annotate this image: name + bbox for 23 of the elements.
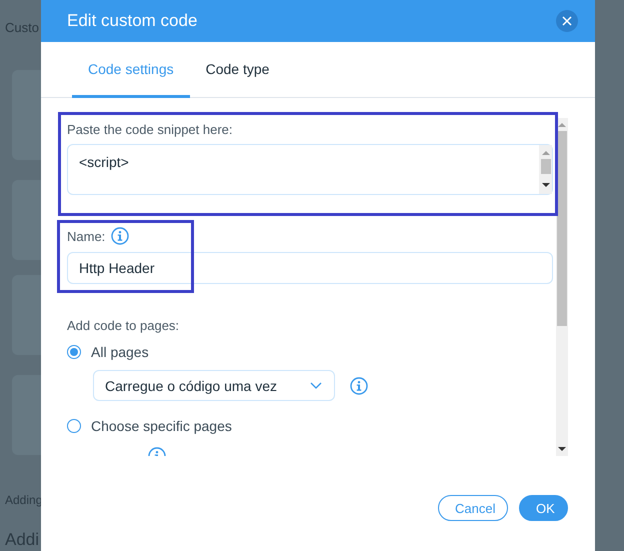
info-icon[interactable] — [350, 376, 368, 394]
scroll-up-icon[interactable] — [558, 122, 566, 128]
tab[interactable]: Code type — [190, 42, 286, 98]
section-label: Add code to pages: — [67, 318, 180, 333]
radio-label[interactable]: Choose specific pages — [91, 418, 232, 434]
close-button[interactable] — [556, 10, 578, 32]
scroll-down-icon[interactable] — [558, 446, 566, 452]
code-input-field[interactable]: <script> — [67, 144, 553, 196]
radio-label[interactable]: All pages — [91, 344, 149, 360]
name-input-field[interactable]: Http Header — [67, 252, 553, 284]
load-dropdown[interactable]: Carregue o código uma vez — [93, 370, 335, 401]
dialog-title: Edit custom code — [67, 11, 198, 31]
field-label: Paste the code snippet here: — [67, 122, 234, 137]
chevron-down-icon — [310, 382, 322, 389]
scroll-down-icon[interactable] — [542, 182, 550, 188]
scrollbar[interactable] — [539, 145, 552, 194]
scrollbar[interactable] — [556, 118, 568, 456]
scroll-up-icon[interactable] — [542, 150, 550, 156]
close-icon — [562, 16, 572, 26]
radio-button[interactable] — [67, 419, 81, 433]
field-label: Name: — [67, 228, 106, 244]
info-icon[interactable] — [111, 227, 130, 246]
radio-button[interactable] — [67, 345, 81, 359]
